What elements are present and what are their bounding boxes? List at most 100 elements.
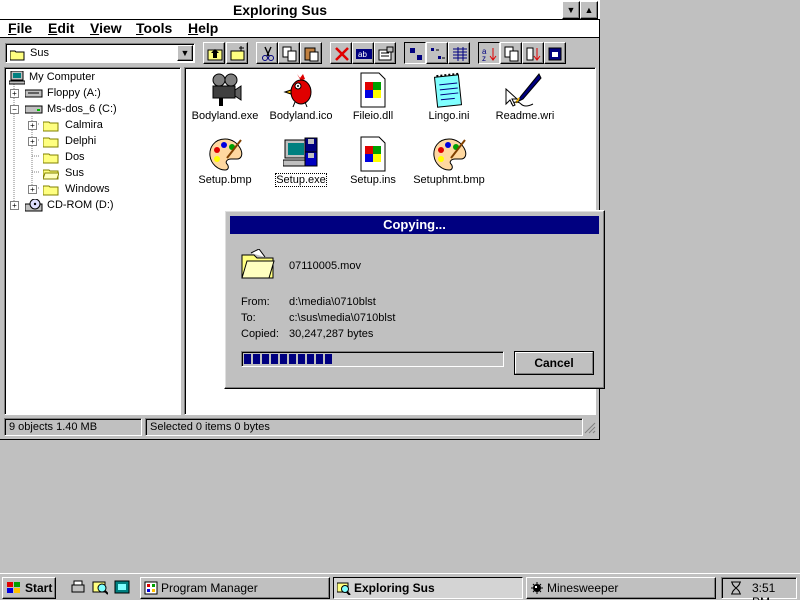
status-selected: Selected 0 items 0 bytes <box>145 418 583 436</box>
file-item[interactable]: Readme.wri <box>487 72 563 122</box>
progress-block <box>271 354 278 364</box>
windows-logo-icon <box>7 582 20 593</box>
task-exploring-sus[interactable]: Exploring Sus <box>333 577 523 599</box>
cut-button[interactable] <box>256 42 278 64</box>
expand-icon[interactable]: + <box>10 89 19 98</box>
file-item[interactable]: Setup.ins <box>335 136 411 186</box>
folder-icon <box>241 249 275 279</box>
menu-help[interactable]: Help <box>188 20 218 36</box>
sort-by-name-button[interactable]: az <box>478 42 500 64</box>
copy-button[interactable] <box>278 42 300 64</box>
expand-icon[interactable]: + <box>10 201 19 210</box>
delete-button[interactable] <box>330 42 352 64</box>
cancel-button[interactable]: Cancel <box>514 351 594 375</box>
file-name: Bodyland.exe <box>191 110 259 122</box>
resize-grip-icon[interactable] <box>584 422 596 434</box>
progress-block <box>280 354 287 364</box>
cdrom-drive-icon <box>25 199 43 212</box>
svg-text:z: z <box>482 54 486 62</box>
tree-label: Sus <box>65 167 84 179</box>
expand-icon[interactable]: + <box>28 137 37 146</box>
mouse-cursor-icon <box>505 88 519 107</box>
menu-bar: File Edit View Tools Help <box>0 20 599 38</box>
progress-block <box>298 354 305 364</box>
collapse-icon[interactable]: − <box>10 105 19 114</box>
expand-icon[interactable]: + <box>28 121 37 130</box>
quick-launch-printer-icon[interactable] <box>70 579 86 595</box>
file-name: Readme.wri <box>495 110 555 122</box>
quick-launch-app-icon[interactable] <box>114 579 130 595</box>
dropdown-arrow-icon[interactable]: ▼ <box>177 45 193 61</box>
tree-label: Dos <box>65 151 85 163</box>
file-item[interactable]: Bodyland.ico <box>263 72 339 122</box>
floppy-drive-icon <box>25 89 43 98</box>
tree-label: CD-ROM (D:) <box>47 199 114 211</box>
progress-block <box>253 354 260 364</box>
up-one-level-button[interactable] <box>203 42 225 64</box>
details-button[interactable] <box>448 42 470 64</box>
quick-launch-explorer-icon[interactable] <box>92 579 108 595</box>
cancel-label: Cancel <box>515 352 593 374</box>
folder-icon <box>43 153 59 164</box>
from-value: d:\media\0710blst <box>289 296 376 308</box>
progress-block <box>316 354 323 364</box>
file-name: Lingo.ini <box>428 110 470 122</box>
rename-button[interactable]: ab <box>352 42 374 64</box>
menu-tools[interactable]: Tools <box>136 20 172 36</box>
task-minesweeper[interactable]: Minesweeper <box>526 577 716 599</box>
copied-label: Copied: <box>241 328 279 340</box>
map-drive-button[interactable] <box>226 42 248 64</box>
file-item[interactable]: Setuphmt.bmp <box>411 136 487 186</box>
file-name: Setup.exe <box>275 173 327 187</box>
tree-label: Windows <box>65 183 110 195</box>
dll-file-icon <box>360 72 386 108</box>
tray-hourglass-icon[interactable] <box>728 581 744 595</box>
start-label: Start <box>25 581 53 595</box>
sort-by-type-button[interactable] <box>500 42 522 64</box>
properties-button[interactable] <box>374 42 396 64</box>
folder-icon <box>43 121 59 132</box>
large-icons-button[interactable] <box>404 42 426 64</box>
notepad-icon <box>433 72 463 108</box>
window-title: Exploring Sus <box>232 2 328 18</box>
sort-by-date-button[interactable] <box>544 42 566 64</box>
menu-file[interactable]: File <box>8 20 32 36</box>
progress-fill <box>244 354 332 364</box>
file-name: Fileio.dll <box>352 110 394 122</box>
palette-icon <box>209 138 243 171</box>
clock[interactable]: 3:51 PM <box>752 581 796 600</box>
paste-button[interactable] <box>300 42 322 64</box>
file-item[interactable]: Setup.bmp <box>187 136 263 186</box>
expand-icon[interactable]: + <box>28 185 37 194</box>
file-item[interactable]: Setup.exe <box>263 136 339 187</box>
tree-label: My Computer <box>29 71 96 83</box>
file-item[interactable]: Lingo.ini <box>411 72 487 122</box>
folder-icon <box>43 137 59 148</box>
sort-by-size-button[interactable] <box>522 42 544 64</box>
tree-label: Floppy (A:) <box>47 87 101 99</box>
start-button[interactable]: Start <box>2 577 56 599</box>
maximize-button[interactable]: ▲ <box>580 1 598 19</box>
computer-icon <box>9 71 25 85</box>
palette-icon <box>433 138 467 171</box>
tree-label: Delphi <box>65 135 97 147</box>
small-icons-button[interactable] <box>426 42 448 64</box>
program-manager-icon <box>144 581 158 595</box>
menu-view[interactable]: View <box>90 20 122 36</box>
title-bar[interactable]: Exploring Sus ▼ ▲ <box>0 0 600 20</box>
system-tray: 3:51 PM <box>721 577 797 600</box>
menu-edit[interactable]: Edit <box>48 20 74 36</box>
file-item[interactable]: Bodyland.exe <box>187 72 263 122</box>
minimize-button[interactable]: ▼ <box>562 1 580 19</box>
svg-text:ab: ab <box>358 50 367 59</box>
address-combo[interactable]: Sus ▼ <box>5 43 195 63</box>
dialog-title[interactable]: Copying... <box>230 216 599 234</box>
task-program-manager[interactable]: Program Manager <box>140 577 330 599</box>
progress-block <box>325 354 332 364</box>
file-item[interactable]: Fileio.dll <box>335 72 411 122</box>
copy-dialog: Copying... 07110005.mov From: d:\media\0… <box>224 210 605 389</box>
to-value: c:\sus\media\0710blst <box>289 312 396 324</box>
setup-app-icon <box>282 137 318 167</box>
folder-tree[interactable]: My Computer + Floppy (A:) − Ms-dos_6 (C:… <box>4 67 181 415</box>
rooster-icon <box>283 74 312 108</box>
